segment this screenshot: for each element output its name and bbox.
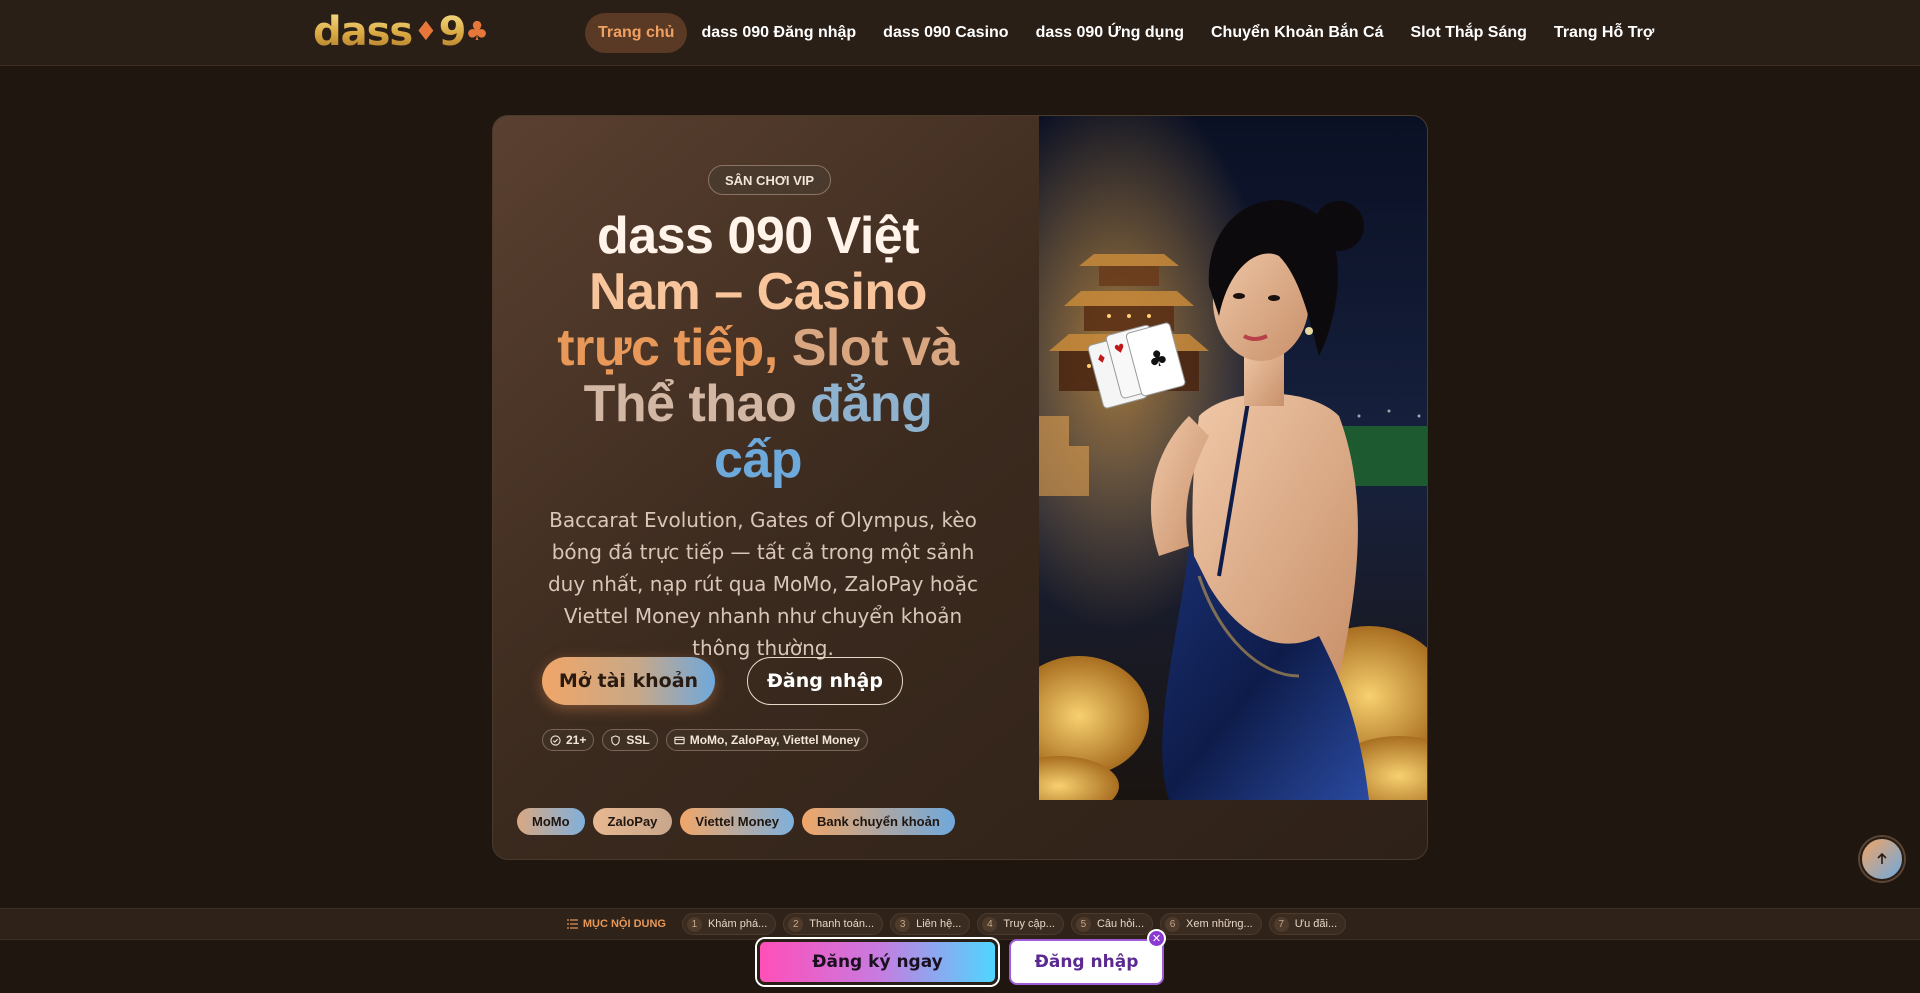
toc-item[interactable]: 4 Truy cập... [977,913,1064,935]
toc-item[interactable]: 6 Xem những... [1160,913,1262,935]
logo-text: dass [313,9,413,55]
hero-description: Baccarat Evolution, Gates of Olympus, kè… [547,508,979,660]
diamond-icon: ♦ [414,17,437,47]
main-nav: Trang chủ dass 090 Đăng nhập dass 090 Ca… [585,13,1668,53]
payment-momo[interactable]: MoMo [517,808,585,835]
trust-chips: 21+ SSL MoMo, ZaloPay, Viettel Money [542,729,876,751]
toc-label: Liên hệ... [916,918,962,930]
wallets-chip: MoMo, ZaloPay, Viettel Money [665,729,868,751]
toc-num: 2 [788,916,804,932]
site-header: dass ♦ 9 ♣ Trang chủ dass 090 Đăng nhập … [0,0,1920,66]
toc-item[interactable]: 2 Thanh toán... [783,913,884,935]
nav-support[interactable]: Trang Hỗ Trợ [1541,13,1667,53]
toc-label: Khám phá... [707,918,768,930]
card-icon [674,736,685,744]
check-circle-icon [550,734,561,746]
club-icon: ♣ [465,17,488,47]
toc-label: Xem những... [1186,918,1253,930]
nav-home[interactable]: Trang chủ [585,13,688,53]
title-part: trực tiếp, [557,319,778,377]
nav-casino[interactable]: dass 090 Casino [870,13,1021,53]
toc-label: Truy cập... [1003,918,1055,930]
hero-card: SÂN CHƠI VIP dass 090 Việt Nam – Casino … [492,115,1428,860]
title-part: dass 090 Việt [596,207,920,265]
login-button[interactable]: Đăng nhập [747,657,903,705]
shield-icon [611,734,621,746]
ssl-chip: SSL [602,729,658,751]
title-part: Slot [791,319,889,377]
toc-num: 7 [1273,916,1289,932]
title-part: và [901,319,959,377]
title-part: Nam – Casino [589,263,927,321]
arrow-up-icon [1877,852,1887,864]
register-now-button[interactable]: Đăng ký ngay [757,939,998,985]
nav-login[interactable]: dass 090 Đăng nhập [688,13,869,53]
list-icon [566,919,578,929]
vip-badge: SÂN CHƠI VIP [708,165,832,195]
open-account-button[interactable]: Mở tài khoản [542,657,715,705]
hero-content: SÂN CHƠI VIP dass 090 Việt Nam – Casino … [493,116,1039,816]
toc-label: Ưu đãi... [1294,918,1338,930]
toc-item[interactable]: 5 Câu hỏi... [1070,913,1154,935]
sticky-login-button[interactable]: Đăng nhập [1009,939,1164,985]
toc-label: Câu hỏi... [1096,918,1145,930]
payment-zalopay[interactable]: ZaloPay [592,808,673,835]
nav-fish-transfer[interactable]: Chuyển Khoản Bắn Cá [1198,13,1396,53]
table-of-contents: MỤC NỘI DUNG 1 Khám phá... 2 Thanh toán...… [0,908,1920,940]
site-logo[interactable]: dass ♦ 9 ♣ [313,10,488,54]
close-icon[interactable]: ✕ [1147,929,1166,948]
nav-app[interactable]: dass 090 Ứng dụng [1023,13,1197,53]
payment-methods: MoMo ZaloPay Viettel Money Bank chuyển k… [517,808,963,835]
chip-label: 21+ [566,733,587,747]
toc-num: 1 [686,916,702,932]
logo-suffix: 9 [438,9,466,55]
age-chip: 21+ [542,729,595,751]
title-part: đẳng [810,375,933,433]
hero-title: dass 090 Việt Nam – Casino trực tiếp, Sl… [543,208,973,488]
payment-bank-transfer[interactable]: Bank chuyển khoản [801,808,955,835]
toc-num: 3 [895,916,911,932]
toc-item[interactable]: 1 Khám phá... [681,913,777,935]
payment-viettel-money[interactable]: Viettel Money [680,808,794,835]
toc-num: 5 [1075,916,1091,932]
hero-image: ♣ ♥ ♦ [1039,116,1427,800]
dealer-illustration: ♣ ♥ ♦ [1039,116,1427,800]
toc-title-label: MỤC NỘI DUNG [582,918,666,930]
nav-slot[interactable]: Slot Thắp Sáng [1397,13,1539,53]
chip-label: MoMo, ZaloPay, Viettel Money [689,733,860,747]
chip-label: SSL [626,733,650,747]
title-part: Thể thao [583,375,797,433]
toc-num: 6 [1165,916,1181,932]
back-to-top-button[interactable] [1860,837,1904,881]
toc-item[interactable]: 3 Liên hệ... [890,913,971,935]
toc-num: 4 [982,916,998,932]
toc-item[interactable]: 7 Ưu đãi... [1268,913,1347,935]
toc-label: Thanh toán... [809,918,875,930]
toc-title: MỤC NỘI DUNG [566,918,666,930]
title-part: cấp [713,431,803,489]
